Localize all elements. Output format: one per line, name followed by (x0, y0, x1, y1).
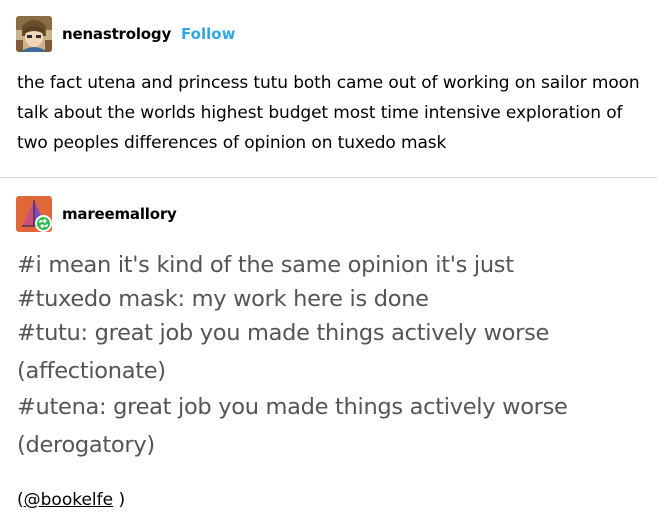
post-body-text: the fact utena and princess tutu both ca… (17, 73, 640, 153)
reblog-divider (0, 177, 657, 178)
tag-item[interactable]: (affectionate) (17, 354, 652, 390)
avatar[interactable] (16, 16, 52, 52)
reblog-icon (35, 215, 52, 232)
credit-prefix: ( (17, 490, 24, 510)
reblog-avatar[interactable] (16, 196, 52, 232)
tag-item[interactable]: #tutu: great job you made things activel… (17, 316, 652, 354)
tag-item[interactable]: #utena: great job you made things active… (17, 390, 652, 428)
post-author-username[interactable]: nenastrology (62, 25, 171, 43)
credit-line: (@bookelfe ) (17, 487, 125, 513)
reblog-header: mareemallory (16, 196, 177, 232)
avatar-image (16, 16, 52, 52)
tag-item[interactable]: #tuxedo mask: my work here is done (17, 282, 652, 316)
follow-button[interactable]: Follow (181, 25, 235, 43)
tag-item[interactable]: (derogatory) (17, 428, 652, 464)
credit-mention-link[interactable]: @bookelfe (24, 490, 113, 510)
tag-item[interactable]: #i mean it's kind of the same opinion it… (17, 248, 652, 282)
post-header: nenastrology Follow (16, 16, 235, 52)
credit-suffix: ) (113, 490, 126, 510)
reblog-author-username[interactable]: mareemallory (62, 205, 177, 223)
tags-list: #i mean it's kind of the same opinion it… (17, 248, 652, 464)
